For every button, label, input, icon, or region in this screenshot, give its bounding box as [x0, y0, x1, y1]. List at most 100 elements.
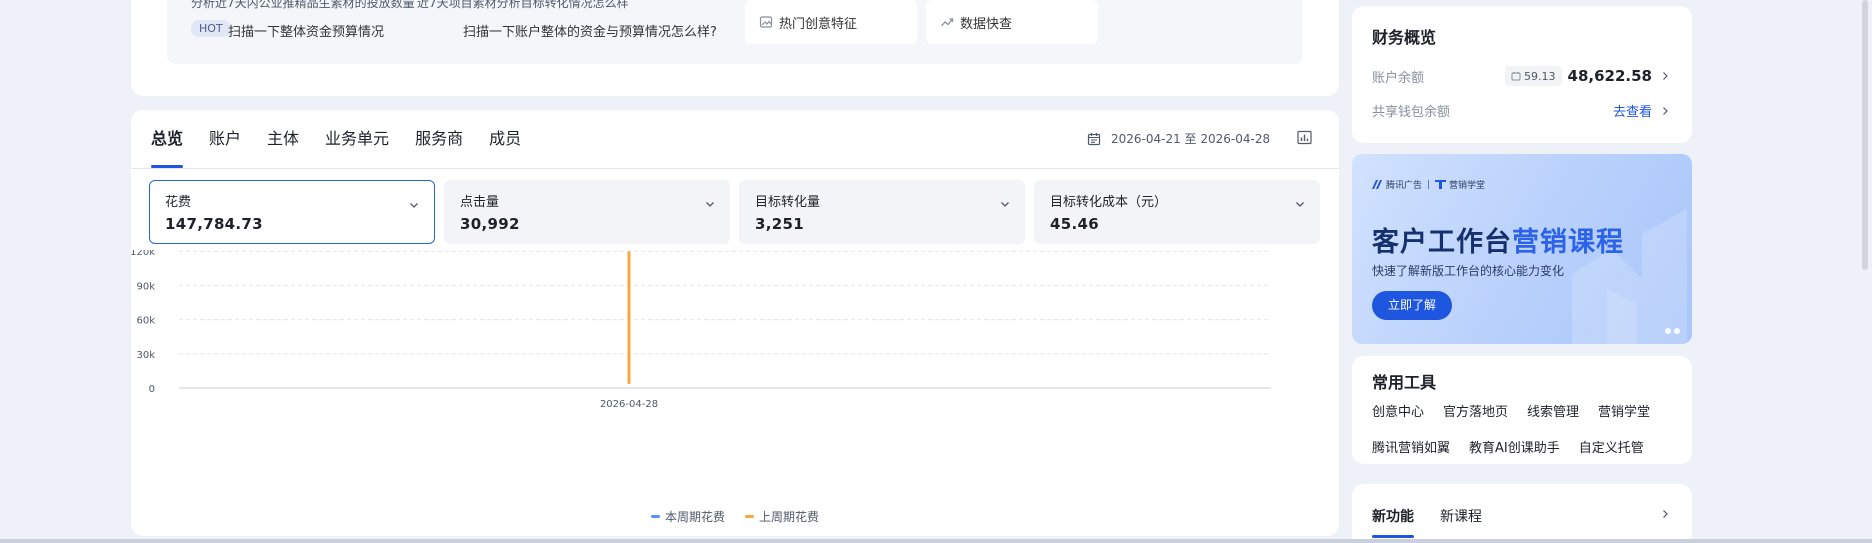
logo-marketing-school-text: 营销学堂 — [1449, 181, 1486, 191]
common-tools-card: 常用工具 创意中心 官方落地页 线索管理 营销学堂 腾讯营销如翼 教育AI创课助… — [1352, 356, 1692, 464]
chart-view-toggle[interactable] — [1297, 130, 1312, 149]
banner-pagination — [1662, 328, 1680, 334]
x-tick-label: 2026-04-28 — [600, 399, 658, 410]
finance-overview-card: 财务概览 账户余额 59.13 48,622.58 共享钱包余额 去查看 — [1352, 6, 1692, 143]
image-icon — [759, 16, 773, 28]
shared-wallet-row: 共享钱包余额 去查看 — [1372, 101, 1670, 120]
tencent-ads-logo-icon — [1372, 180, 1382, 189]
hot-tag: HOT — [191, 20, 231, 37]
chevron-down-icon — [410, 203, 418, 208]
tab-members[interactable]: 成员 — [489, 110, 521, 168]
tool-custom-hosting[interactable]: 自定义托管 — [1579, 437, 1644, 456]
tools-row-1: 创意中心 官方落地页 线索管理 营销学堂 — [1372, 401, 1682, 420]
chevron-right-icon[interactable] — [1660, 106, 1670, 116]
suggestion-cut-1[interactable]: 分析近7天内公业推精品生素材的投放数量 — [191, 0, 415, 11]
metric-clicks[interactable]: 点击量 30,992 — [444, 180, 730, 244]
view-shared-wallet-link[interactable]: 去查看 — [1613, 101, 1652, 120]
tab-entity[interactable]: 主体 — [267, 110, 299, 168]
metric-spend[interactable]: 花费 147,784.73 — [149, 180, 435, 244]
metric-conversion-cost-label: 目标转化成本（元） — [1050, 195, 1168, 210]
tool-creative-center[interactable]: 创意中心 — [1372, 401, 1424, 420]
metric-conversion-cost[interactable]: 目标转化成本（元） 45.46 — [1034, 180, 1320, 244]
metric-conversions-label: 目标转化量 — [755, 195, 821, 210]
metric-selectors: 花费 147,784.73 点击量 30,992 目标转化量 3,251 目标转… — [149, 180, 1329, 244]
account-balance-row[interactable]: 账户余额 59.13 48,622.58 — [1372, 66, 1670, 86]
page-scrollbar[interactable] — [1862, 0, 1868, 270]
overview-tabs: 总览 账户 主体 业务单元 服务商 成员 — [151, 110, 547, 168]
news-card: 新功能 新课程 — [1352, 484, 1692, 543]
chip-hot-creative[interactable]: 热门创意特征 — [745, 0, 917, 44]
metric-conversions-value: 3,251 — [755, 215, 804, 233]
course-promo-banner[interactable]: 腾讯广告 营销学堂 客户工作台营销课程 快速了解新版工作台的核心能力变化 立即了… — [1352, 154, 1692, 344]
account-balance-value: 48,622.58 — [1567, 67, 1652, 85]
logo-divider — [1428, 180, 1430, 189]
metric-spend-value: 147,784.73 — [165, 215, 263, 233]
legend-previous-period[interactable]: 上周期花费 — [745, 508, 819, 525]
calendar-icon — [1087, 132, 1101, 145]
banner-title-accent: 营销课程 — [1512, 227, 1624, 258]
logo-tencent-ads-text: 腾讯广告 — [1386, 181, 1423, 191]
y-tick-label: 60k — [136, 316, 155, 327]
bar-previous-period — [627, 251, 631, 384]
tool-edu-ai-assistant[interactable]: 教育AI创课助手 — [1469, 437, 1560, 456]
coupon-value: 59.13 — [1524, 69, 1556, 83]
tool-tencent-ruyi[interactable]: 腾讯营销如翼 — [1372, 437, 1450, 456]
tab-service-provider[interactable]: 服务商 — [415, 110, 463, 168]
coupon-icon — [1511, 72, 1521, 81]
date-range-picker[interactable]: 2026-04-21 至 2026-04-28 — [1087, 130, 1270, 147]
chip-data-lookup-label: 数据快查 — [960, 16, 1013, 32]
tabs-divider — [131, 168, 1339, 169]
y-tick-label: 30k — [136, 350, 155, 361]
tool-marketing-school[interactable]: 营销学堂 — [1598, 401, 1650, 420]
chip-data-lookup[interactable]: 数据快查 — [926, 0, 1098, 44]
chevron-right-icon — [1663, 72, 1668, 80]
news-tabs: 新功能 新课程 — [1372, 506, 1508, 538]
bar-chart-icon — [1297, 130, 1312, 145]
chevron-down-icon — [1001, 202, 1009, 207]
tools-row-2: 腾讯营销如翼 教育AI创课助手 自定义托管 — [1372, 437, 1682, 456]
chevron-down-icon — [1296, 202, 1304, 207]
legend-swatch-previous — [745, 515, 755, 518]
banner-logos: 腾讯广告 营销学堂 — [1372, 178, 1485, 191]
coupon-badge: 59.13 — [1505, 66, 1562, 86]
banner-dot-1[interactable] — [1665, 328, 1671, 334]
banner-subtitle: 快速了解新版工作台的核心能力变化 — [1372, 264, 1565, 278]
tools-grid: 创意中心 官方落地页 线索管理 营销学堂 腾讯营销如翼 教育AI创课助手 自定义… — [1372, 401, 1682, 473]
bottom-edge — [0, 539, 1872, 543]
y-tick-label: 90k — [136, 281, 155, 292]
metric-conversions[interactable]: 目标转化量 3,251 — [739, 180, 1025, 244]
assistant-suggestion-card: 分析近7天内公业推精品生素材的投放数量 近7天项目素材分析目标转化情况怎么样 H… — [131, 0, 1339, 96]
metric-clicks-label: 点击量 — [460, 195, 500, 210]
y-tick-label: 0 — [149, 384, 155, 395]
tab-business-unit[interactable]: 业务单元 — [325, 110, 389, 168]
chart-legend: 本周期花费 上周期花费 — [651, 508, 839, 525]
banner-dot-2[interactable] — [1674, 328, 1680, 334]
metric-spend-label: 花费 — [165, 195, 192, 210]
suggestion-panel: 分析近7天内公业推精品生素材的投放数量 近7天项目素材分析目标转化情况怎么样 H… — [167, 0, 1303, 64]
tool-lead-management[interactable]: 线索管理 — [1527, 401, 1579, 420]
date-range-text: 2026-04-21 至 2026-04-28 — [1111, 132, 1271, 146]
tools-title: 常用工具 — [1372, 373, 1437, 392]
shared-wallet-label: 共享钱包余额 — [1372, 105, 1451, 120]
legend-current-period[interactable]: 本周期花费 — [651, 508, 725, 525]
legend-previous-label: 上周期花费 — [759, 510, 820, 524]
tab-account[interactable]: 账户 — [209, 110, 241, 168]
suggestion-account-scan[interactable]: 扫描一下账户整体的资金与预算情况怎么样? — [463, 21, 717, 40]
marketing-school-logo-icon — [1435, 180, 1447, 189]
learn-now-button[interactable]: 立即了解 — [1372, 291, 1453, 320]
suggestion-cut-2[interactable]: 近7天项目素材分析目标转化情况怎么样 — [417, 0, 629, 11]
suggestion-budget-scan[interactable]: 扫描一下整体资金预算情况 — [228, 21, 384, 40]
tab-new-features[interactable]: 新功能 — [1372, 506, 1414, 538]
banner-title: 客户工作台营销课程 — [1372, 220, 1624, 259]
metric-clicks-value: 30,992 — [460, 215, 520, 233]
finance-title: 财务概览 — [1372, 28, 1437, 47]
legend-swatch-current — [651, 515, 660, 518]
chevron-down-icon — [706, 202, 714, 207]
tab-new-courses[interactable]: 新课程 — [1440, 506, 1482, 538]
chip-hot-creative-label: 热门创意特征 — [779, 16, 858, 32]
banner-title-main: 客户工作台 — [1372, 227, 1512, 258]
chevron-right-icon[interactable] — [1660, 509, 1670, 519]
tool-landing-page[interactable]: 官方落地页 — [1443, 401, 1508, 420]
tab-overview[interactable]: 总览 — [151, 110, 184, 168]
spend-chart: 030k60k90k120k150k平均花费 147,784.732026-04… — [131, 250, 1271, 410]
